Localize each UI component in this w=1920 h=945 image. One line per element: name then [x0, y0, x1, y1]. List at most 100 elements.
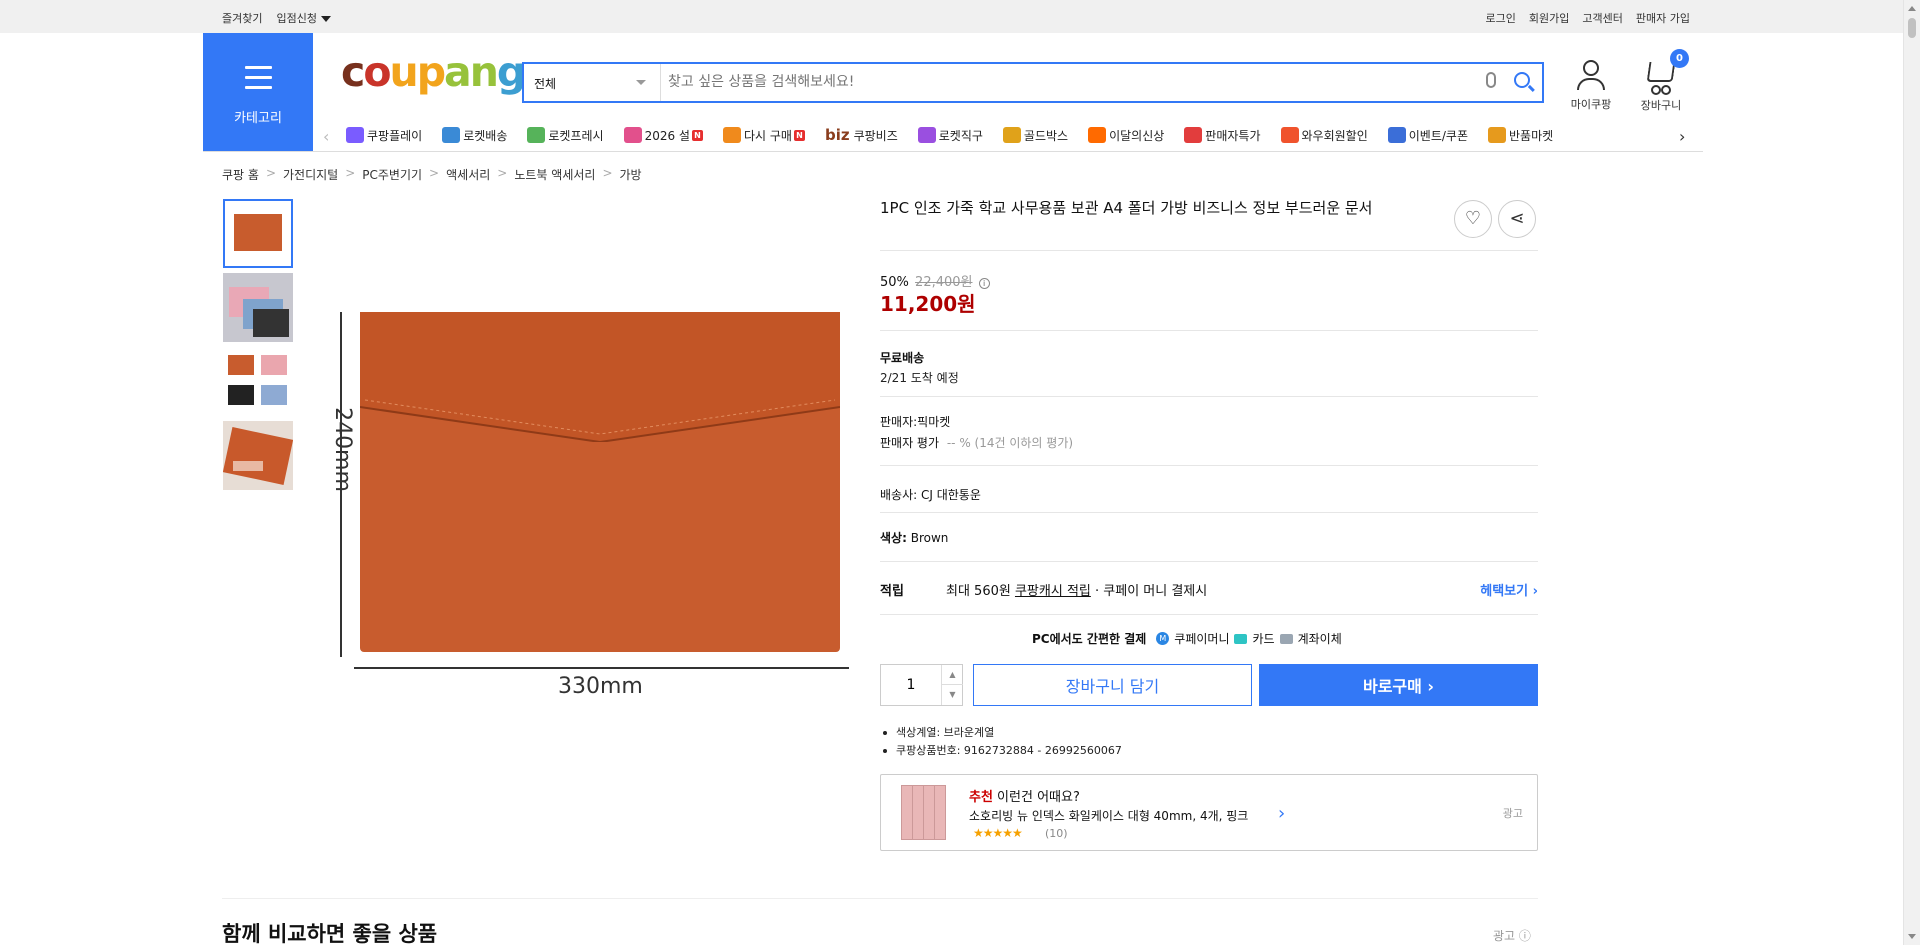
customer-center-link[interactable]: 고객센터	[1582, 10, 1622, 26]
add-to-cart-button[interactable]: 장바구니 담기	[973, 664, 1252, 706]
gift-icon	[623, 127, 642, 143]
category-nav-item[interactable]: 이벤트/쿠폰	[1387, 126, 1468, 144]
scroll-thumb[interactable]	[1908, 18, 1916, 38]
share-button[interactable]: ⋖	[1498, 200, 1536, 238]
product-thumbnail-3[interactable]	[223, 347, 293, 416]
category-nav-label: 이벤트/쿠폰	[1408, 128, 1468, 143]
product-thumbnail-2[interactable]	[223, 273, 293, 342]
user-icon	[1583, 60, 1599, 76]
breadcrumb-item[interactable]: 가전디지털	[283, 166, 338, 183]
category-nav-label: 골드박스	[1023, 128, 1069, 143]
seller-signup-link[interactable]: 판매자 가입	[1636, 10, 1690, 26]
login-link[interactable]: 로그인	[1486, 10, 1516, 26]
category-nav-item[interactable]: 쿠팡플레이	[346, 126, 422, 144]
category-nav-item[interactable]: 판매자특가	[1184, 126, 1261, 144]
search-scope-select[interactable]: 전체	[524, 64, 661, 101]
color-value: Brown	[910, 531, 949, 545]
page-scrollbar[interactable]	[1903, 0, 1920, 945]
new-icon	[1088, 127, 1107, 143]
category-nav-item[interactable]: biz 쿠팡비즈	[825, 126, 898, 144]
buy-now-button[interactable]: 바로구매 ›	[1259, 664, 1538, 706]
category-nav-item[interactable]: 2026 설N	[623, 126, 703, 144]
category-nav-label: 이달의신상	[1109, 128, 1165, 143]
wow-icon	[1280, 127, 1299, 143]
payment-title: PC에서도 간편한 결제	[1032, 632, 1147, 646]
breadcrumb-item[interactable]: PC주변기기	[362, 166, 422, 183]
category-nav-item[interactable]: 반품마켓	[1488, 126, 1553, 144]
category-nav-item[interactable]: 다시 구매 N	[722, 126, 805, 144]
category-nav-label: 로켓프레시	[548, 128, 604, 143]
breadcrumb-separator-icon: >	[345, 166, 356, 180]
product-thumbnail-1[interactable]	[223, 199, 293, 268]
category-menu-button[interactable]: 카테고리	[203, 33, 313, 151]
bag-illustration	[360, 312, 840, 652]
search-input[interactable]	[668, 70, 1468, 94]
category-nav-label: 로켓직구	[938, 128, 983, 143]
signup-link[interactable]: 회원가입	[1529, 10, 1569, 26]
category-nav-item[interactable]: 로켓프레시	[527, 126, 604, 144]
market-icon	[1488, 127, 1506, 143]
top-utility-bar: 즐겨찾기 입점신청 로그인 회원가입 고객센터 판매자 가입	[0, 0, 1920, 33]
coupang-cash-link[interactable]: 쿠팡캐시 적립	[1015, 584, 1091, 599]
category-nav-item[interactable]: 이달의신상	[1088, 126, 1164, 144]
category-nav-label: 쿠팡비즈	[853, 128, 898, 143]
search-icon[interactable]	[1514, 72, 1530, 88]
coupang-logo[interactable]: coupang	[341, 52, 526, 93]
pay-bank: 계좌이체	[1297, 632, 1342, 646]
quantity-input[interactable]	[881, 665, 941, 705]
favorites-link[interactable]: 즐겨찾기	[222, 10, 262, 26]
chevron-left-icon[interactable]: ‹	[323, 127, 329, 146]
percent-icon	[1184, 127, 1203, 143]
seller-rating-value: -- % (14건 이하의 평가)	[946, 436, 1074, 450]
pay-coupay: 쿠페이머니	[1174, 632, 1230, 646]
heart-icon: ♡	[1464, 208, 1482, 229]
cart-button[interactable]: 0 장바구니	[1632, 49, 1690, 113]
product-thumbnail-4[interactable]	[223, 421, 293, 490]
attr-color-family: 색상계열: 브라운계열	[880, 724, 1122, 742]
recommendation-card[interactable]: 추천 이런건 어때요? 소호리빙 뉴 인덱스 화일케이스 대형 40mm, 4개…	[880, 774, 1538, 851]
search-scope-value: 전체	[534, 77, 557, 91]
scroll-up-icon[interactable]	[1908, 6, 1916, 11]
breadcrumb: 쿠팡 홈 > 가전디지털 > PC주변기기 > 액세서리 > 노트북 액세서리 > 가방	[222, 166, 642, 183]
breadcrumb-item[interactable]: 노트북 액세서리	[514, 166, 595, 183]
new-badge: N	[793, 129, 805, 141]
recommendation-heading: 추천 이런건 어때요?	[969, 790, 1080, 805]
seller-name[interactable]: 판매자:픽마켓	[880, 413, 950, 430]
color-label: 색상:	[880, 531, 907, 545]
category-nav-label: 다시 구매	[743, 128, 792, 143]
category-nav-item[interactable]: 로켓배송	[442, 126, 507, 144]
microphone-icon[interactable]	[1486, 72, 1496, 88]
scroll-down-icon[interactable]	[1908, 934, 1916, 939]
product-title: 1PC 인조 가죽 학교 사무용품 보관 A4 폴더 가방 비즈니스 정보 부드…	[880, 199, 1373, 217]
carrier-info: 배송사: CJ 대한통운	[880, 488, 981, 502]
wishlist-button[interactable]: ♡	[1454, 200, 1492, 238]
benefit-more-link[interactable]: 헤택보기 ›	[1480, 580, 1538, 599]
category-nav-item[interactable]: 골드박스	[1002, 126, 1069, 144]
store-apply-link[interactable]: 입점신청	[276, 10, 331, 26]
play-icon	[346, 127, 364, 143]
mycoupang-button[interactable]: 마이쿠팡	[1562, 60, 1620, 112]
search-bar: 전체	[522, 62, 1544, 103]
caret-down-icon	[320, 16, 331, 22]
chevron-right-icon[interactable]: ›	[1679, 127, 1685, 146]
coupay-icon: M	[1156, 632, 1170, 645]
breadcrumb-item[interactable]: 가방	[620, 166, 642, 183]
hamburger-icon	[245, 66, 272, 96]
share-icon: ⋖	[1509, 208, 1525, 229]
store-apply-label: 입점신청	[276, 12, 317, 25]
category-nav-item[interactable]: 로켓직구	[917, 126, 983, 144]
info-icon[interactable]: i	[978, 278, 990, 289]
main-product-image[interactable]: 240mm 330mm	[330, 302, 860, 699]
quantity-up-icon[interactable]: ▲	[941, 665, 963, 685]
chevron-down-icon	[636, 80, 646, 85]
category-nav-item[interactable]: 와우회원할인	[1280, 126, 1368, 144]
category-nav-label: 판매자특가	[1205, 128, 1261, 143]
attr-product-number: 쿠팡상품번호: 9162732884 - 26992560067	[880, 742, 1122, 760]
breadcrumb-item[interactable]: 쿠팡 홈	[222, 166, 259, 183]
global-icon	[917, 127, 936, 143]
chevron-right-icon[interactable]: ›	[1278, 803, 1285, 824]
rating-count: (10)	[1045, 827, 1068, 840]
compare-ad-label: 광고 ⓘ	[1493, 929, 1531, 943]
quantity-down-icon[interactable]: ▼	[941, 685, 963, 705]
breadcrumb-item[interactable]: 액세서리	[446, 166, 490, 183]
